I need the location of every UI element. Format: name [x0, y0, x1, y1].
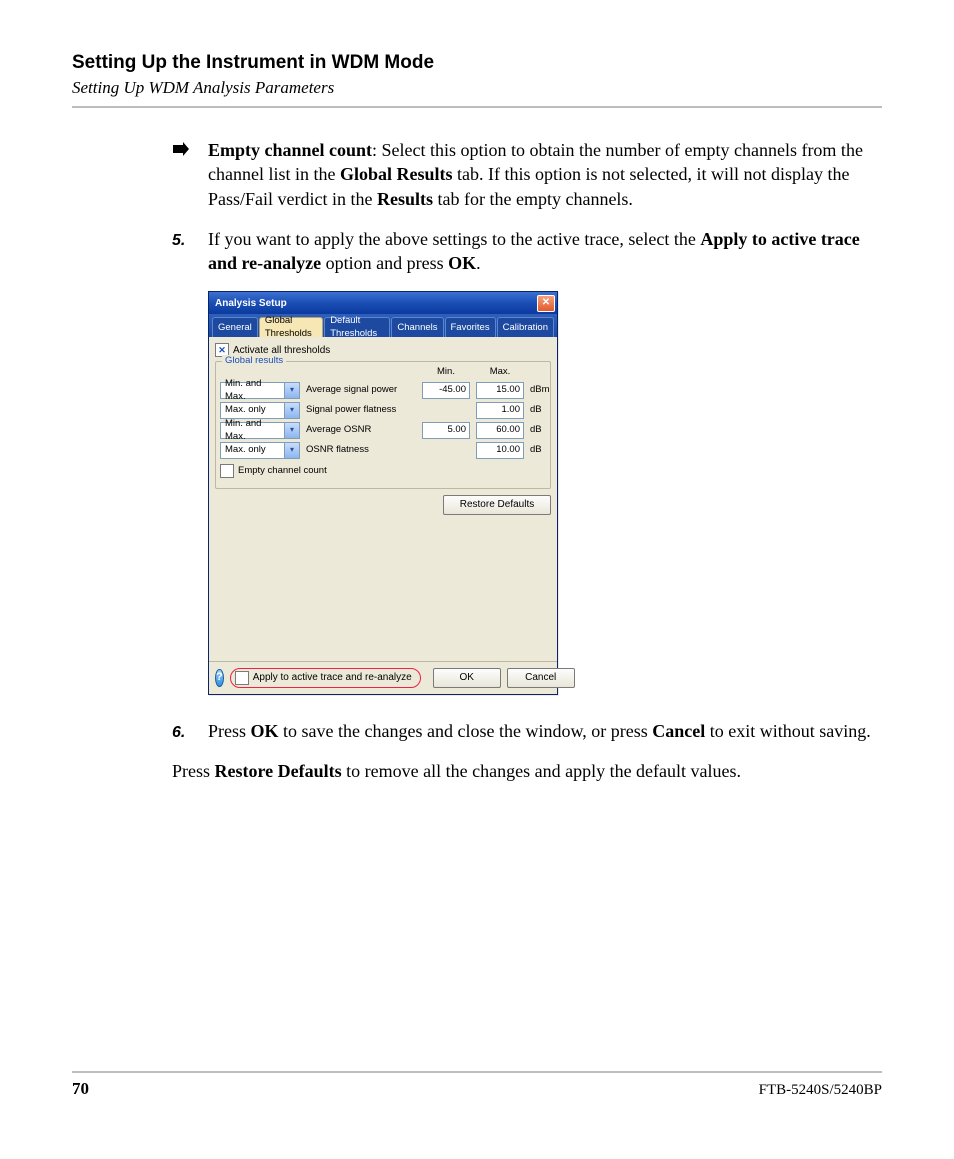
bullet-bold-2: Results [377, 189, 433, 209]
tab-channels[interactable]: Channels [391, 317, 443, 337]
row3-unit: dB [530, 444, 558, 457]
page-heading: Setting Up the Instrument in WDM Mode [72, 52, 882, 74]
chevron-down-icon: ▾ [284, 423, 299, 438]
para-text-2: to remove all the changes and apply the … [342, 761, 741, 781]
fieldset-legend: Global results [222, 355, 286, 368]
row3-label: OSNR flatness [306, 444, 416, 457]
cancel-button[interactable]: Cancel [507, 668, 575, 688]
global-results-group: Global results Min. Max. Min. and Max.▾ … [215, 361, 551, 489]
step6-text-3: to exit without saving. [705, 721, 871, 741]
row1-max-input[interactable]: 1.00 [476, 402, 524, 419]
tab-default-thresholds[interactable]: Default Thresholds [324, 317, 390, 337]
apply-to-active-trace-checkbox[interactable]: Apply to active trace and re-analyze [230, 668, 421, 688]
dialog-title: Analysis Setup [215, 297, 287, 311]
page-subheading: Setting Up WDM Analysis Parameters [72, 78, 882, 98]
empty-channel-label: Empty channel count [238, 465, 327, 478]
row1-unit: dB [530, 404, 558, 417]
arrow-icon [172, 142, 190, 156]
bullet-item: Empty channel count: Select this option … [172, 138, 882, 211]
row2-mode-select[interactable]: Min. and Max.▾ [220, 422, 300, 439]
restore-paragraph: Press Restore Defaults to remove all the… [136, 759, 882, 783]
step-6: 6. Press OK to save the changes and clos… [172, 719, 882, 744]
col-min: Min. [422, 366, 470, 379]
tab-general[interactable]: General [212, 317, 258, 337]
row1-mode-select[interactable]: Max. only ▾ [220, 402, 300, 419]
dialog-tabbar: General Global Thresholds Default Thresh… [209, 314, 557, 337]
checkbox-unchecked-icon [235, 671, 249, 685]
close-icon[interactable]: ✕ [537, 295, 555, 312]
row2-unit: dB [530, 424, 558, 437]
tab-calibration[interactable]: Calibration [497, 317, 554, 337]
header-divider [72, 106, 882, 108]
checkbox-unchecked-icon [220, 464, 234, 478]
chevron-down-icon: ▾ [284, 383, 299, 398]
step5-bold-2: OK [448, 253, 476, 273]
tab-favorites[interactable]: Favorites [445, 317, 496, 337]
step-number: 5. [172, 232, 185, 249]
step6-bold-1: OK [251, 721, 279, 741]
row0-min-input[interactable]: -45.00 [422, 382, 470, 399]
row2-max-input[interactable]: 60.00 [476, 422, 524, 439]
row3-mode-value: Max. only [225, 444, 266, 457]
col-max: Max. [476, 366, 524, 379]
row0-mode-value: Min. and Max. [225, 378, 284, 404]
step5-text-3: . [476, 253, 481, 273]
empty-channel-count-checkbox[interactable]: Empty channel count [220, 464, 558, 478]
step6-bold-2: Cancel [652, 721, 705, 741]
row0-max-input[interactable]: 15.00 [476, 382, 524, 399]
dialog-titlebar[interactable]: Analysis Setup ✕ [209, 292, 557, 314]
step6-text-2: to save the changes and close the window… [279, 721, 653, 741]
row0-unit: dBm [530, 384, 558, 397]
apply-label: Apply to active trace and re-analyze [253, 671, 412, 685]
row1-mode-value: Max. only [225, 404, 266, 417]
bullet-bold-1: Global Results [340, 164, 453, 184]
row1-label: Signal power flatness [306, 404, 416, 417]
ok-button[interactable]: OK [433, 668, 501, 688]
bullet-text-3: tab for the empty channels. [433, 189, 633, 209]
restore-defaults-button[interactable]: Restore Defaults [443, 495, 551, 515]
bullet-lead: Empty channel count [208, 140, 372, 160]
product-id: FTB-5240S/5240BP [759, 1082, 882, 1099]
page-number: 70 [72, 1079, 89, 1099]
step6-text-1: Press [208, 721, 251, 741]
row3-mode-select[interactable]: Max. only ▾ [220, 442, 300, 459]
step-5: 5. If you want to apply the above settin… [172, 227, 882, 276]
help-icon[interactable]: ? [215, 669, 224, 687]
row3-max-input[interactable]: 10.00 [476, 442, 524, 459]
row2-mode-value: Min. and Max. [225, 418, 284, 444]
para-bold-1: Restore Defaults [215, 761, 342, 781]
step-number: 6. [172, 724, 185, 741]
step5-text-2: option and press [321, 253, 448, 273]
analysis-setup-dialog: Analysis Setup ✕ General Global Threshol… [208, 291, 558, 694]
step5-text-1: If you want to apply the above settings … [208, 229, 700, 249]
chevron-down-icon: ▾ [284, 443, 299, 458]
row0-mode-select[interactable]: Min. and Max.▾ [220, 382, 300, 399]
footer-divider [72, 1071, 882, 1073]
tab-global-thresholds[interactable]: Global Thresholds [259, 317, 323, 337]
row2-label: Average OSNR [306, 424, 416, 437]
para-text-1: Press [172, 761, 215, 781]
chevron-down-icon: ▾ [284, 403, 299, 418]
row0-label: Average signal power [306, 384, 416, 397]
row2-min-input[interactable]: 5.00 [422, 422, 470, 439]
